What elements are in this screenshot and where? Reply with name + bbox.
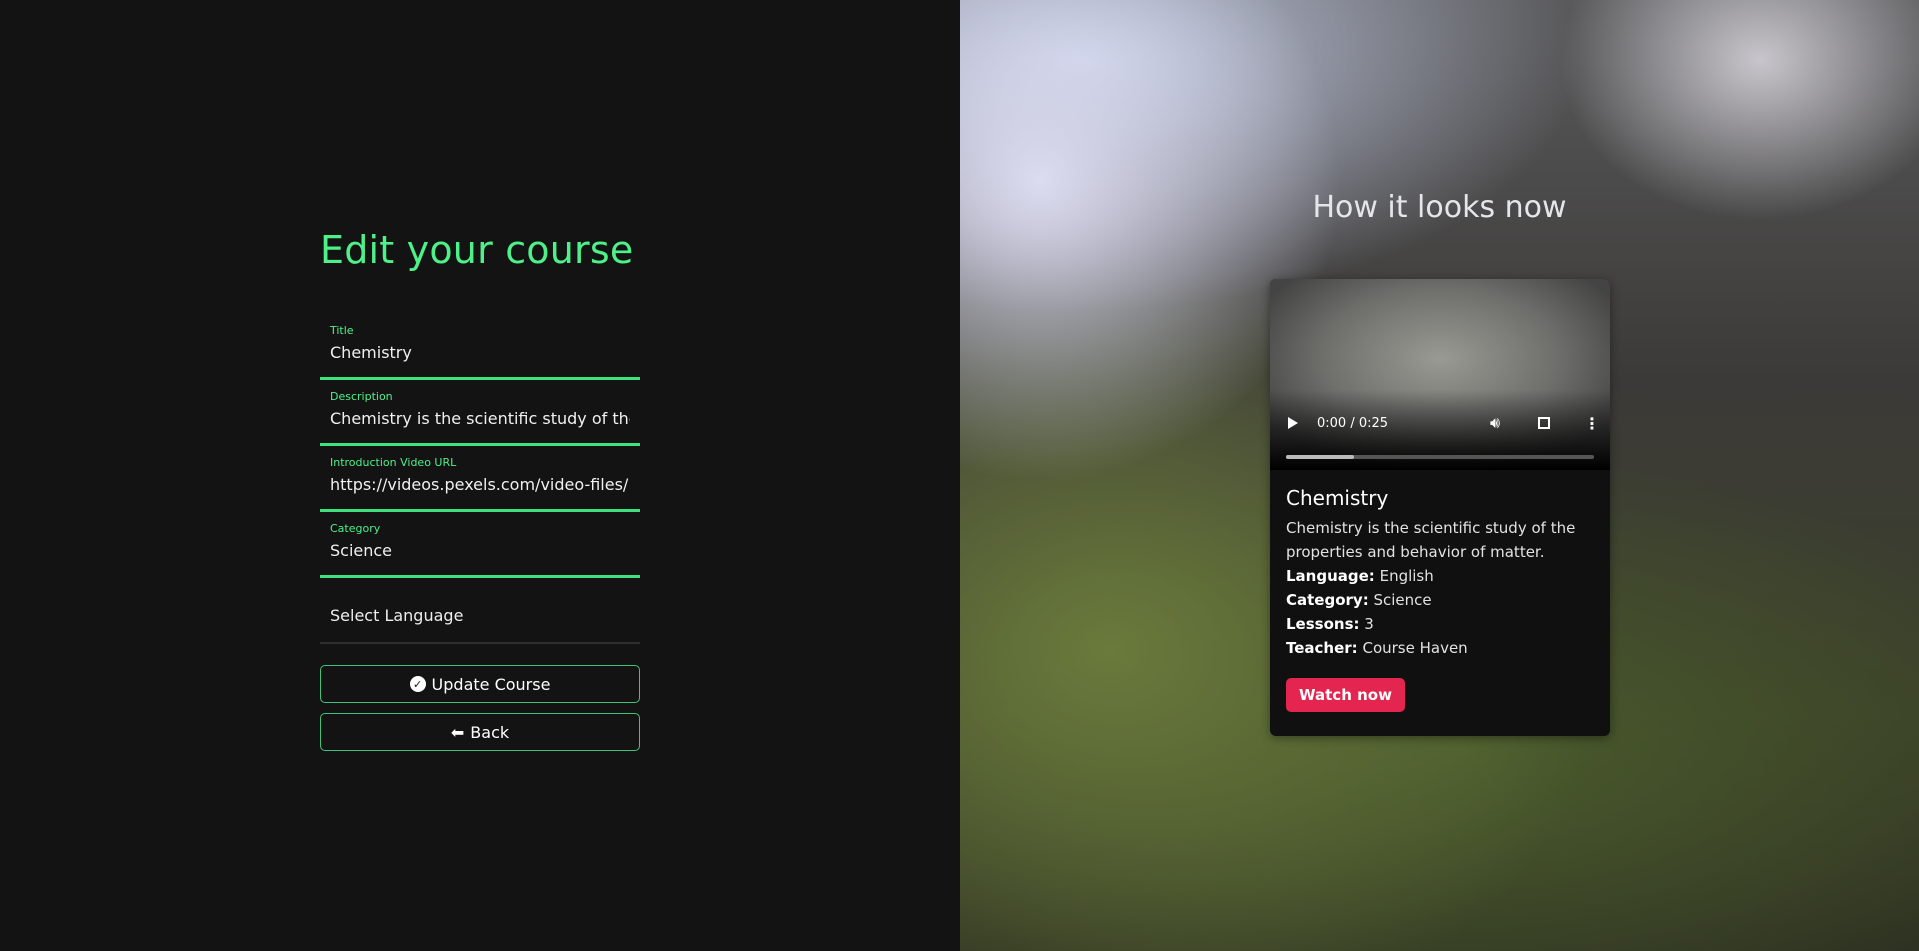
update-course-button[interactable]: ✓ Update Course [320,665,640,703]
description-input[interactable]: Chemistry is the scientific study of the… [330,409,630,428]
video-controls: 0:00 / 0:25 🔊︎ ⋮ [1270,411,1610,435]
title-label: Title [330,324,354,337]
arrow-left-icon: ⬅ [450,722,465,742]
watch-now-button[interactable]: Watch now [1286,678,1405,712]
meta-value: Science [1373,591,1432,609]
category-input[interactable]: Science [330,541,630,560]
volume-icon[interactable]: 🔊︎ [1490,413,1500,433]
category-field[interactable]: Category Science [320,512,640,578]
video-progress-fill [1286,455,1354,459]
meta-language: Language: English [1286,564,1594,588]
preview-panel: How it looks now 0:00 / 0:25 🔊︎ ⋮ Chemis… [960,0,1919,951]
video-player[interactable]: 0:00 / 0:25 🔊︎ ⋮ [1270,279,1610,470]
video-progress-bar[interactable] [1286,455,1594,459]
card-description: Chemistry is the scientific study of the… [1286,519,1576,561]
meta-value: 3 [1364,615,1374,633]
page-title: Edit your course [320,228,634,272]
play-icon[interactable] [1288,417,1298,429]
back-button[interactable]: ⬅ Back [320,713,640,751]
meta-lessons: Lessons: 3 [1286,612,1594,636]
check-circle-icon: ✓ [409,676,426,692]
edit-course-form: Edit your course Title Chemistry Descript… [320,228,640,751]
title-field[interactable]: Title Chemistry [320,314,640,380]
fullscreen-icon[interactable] [1538,417,1550,429]
meta-value: Course Haven [1362,639,1468,657]
back-label: Back [470,722,510,742]
meta-key: Lessons: [1286,615,1360,633]
meta-key: Language: [1286,567,1375,585]
category-label: Category [330,522,381,535]
update-course-label: Update Course [431,674,551,694]
meta-value: English [1379,567,1434,585]
edit-panel: Edit your course Title Chemistry Descript… [0,0,960,951]
more-options-icon[interactable]: ⋮ [1584,414,1600,433]
meta-category: Category: Science [1286,588,1594,612]
meta-teacher: Teacher: Course Haven [1286,636,1594,660]
card-title: Chemistry [1286,486,1389,510]
meta-key: Category: [1286,591,1369,609]
description-label: Description [330,390,393,403]
meta-key: Teacher: [1286,639,1358,657]
title-input[interactable]: Chemistry [330,343,630,362]
video-url-field[interactable]: Introduction Video URL https://videos.pex… [320,446,640,512]
language-select[interactable]: Select Language [320,578,640,644]
preview-heading: How it looks now [1312,190,1567,225]
description-field[interactable]: Description Chemistry is the scientific s… [320,380,640,446]
video-url-label: Introduction Video URL [330,456,457,469]
video-time: 0:00 / 0:25 [1317,415,1389,431]
video-url-input[interactable]: https://videos.pexels.com/video-files/ [330,475,630,494]
course-card: 0:00 / 0:25 🔊︎ ⋮ Chemistry Chemistry is … [1270,279,1610,736]
